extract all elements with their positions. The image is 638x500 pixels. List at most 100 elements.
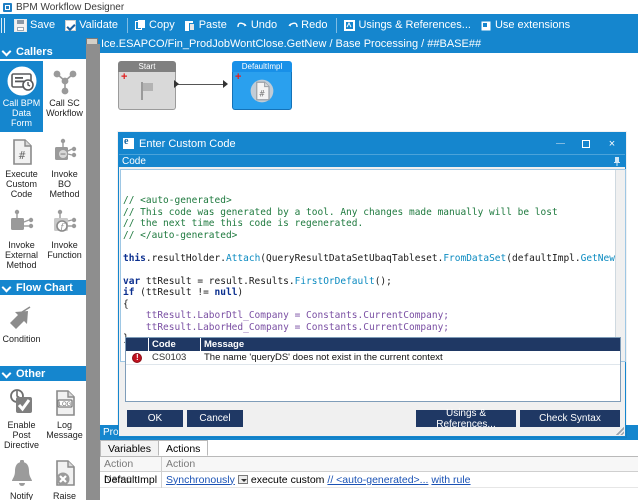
palette-scrollbar[interactable] xyxy=(86,44,100,500)
dialog-titlebar[interactable]: Enter Custom Code × xyxy=(119,133,625,154)
palette-item-execute-custom-code[interactable]: # Execute Custom Code xyxy=(0,132,43,203)
dialog-title: Enter Custom Code xyxy=(139,137,236,150)
palette-group-callers[interactable]: Callers xyxy=(0,44,86,59)
undo-button-label: Undo xyxy=(250,19,278,31)
palette-item-label: Log Message xyxy=(46,420,83,440)
dialog-resize-handle[interactable] xyxy=(615,426,624,435)
palette-item-label: Call SC Workflow xyxy=(46,98,83,118)
toolbox-palette: Callers Call BPM Data Form Call SC Workf… xyxy=(0,44,86,500)
save-button[interactable]: Save xyxy=(10,17,61,34)
code-editor-scrollbar[interactable] xyxy=(615,170,625,361)
code-token: // This code was generated by a tool. An… xyxy=(123,206,558,218)
close-button[interactable]: × xyxy=(599,133,625,154)
toolbar-separator xyxy=(127,17,129,33)
palette-group-flow-chart-label: Flow Chart xyxy=(16,281,73,294)
palette-item-label: Condition xyxy=(2,334,41,344)
workflow-node-defaultimpl-title: DefaultImpl xyxy=(232,61,292,72)
palette-group-flow-chart[interactable]: Flow Chart xyxy=(0,280,86,295)
expand-plus-icon[interactable]: + xyxy=(235,72,241,83)
pin-icon[interactable] xyxy=(613,157,621,166)
code-token: GetNew xyxy=(580,252,615,264)
palette-group-other[interactable]: Other xyxy=(0,366,86,381)
palette-item-invoke-bo-method[interactable]: Invoke BO Method xyxy=(43,132,86,203)
window-titlebar: BPM Workflow Designer xyxy=(0,0,638,14)
expand-plus-icon[interactable]: + xyxy=(121,72,127,83)
chevron-down-icon xyxy=(3,283,12,292)
dialog-code-section-header: Code xyxy=(119,154,625,167)
palette-item-call-bpm-data-form[interactable]: Call BPM Data Form xyxy=(0,61,43,132)
redo-button[interactable]: Redo xyxy=(283,17,333,33)
workflow-node-defaultimpl-body: + # xyxy=(232,72,292,110)
undo-button[interactable]: Undo xyxy=(233,17,283,33)
palette-scrollbar-thumb[interactable] xyxy=(86,44,100,500)
invoke-function-icon: f xyxy=(44,206,85,240)
usings-references-dialog-button[interactable]: Usings & References... xyxy=(416,408,516,430)
cancel-button[interactable]: Cancel xyxy=(187,410,243,427)
with-rule-link[interactable]: with rule xyxy=(431,474,470,486)
palette-item-label: Invoke Function xyxy=(47,240,82,260)
palette-item-notify-collaborate[interactable]: Notify Collaborate xyxy=(0,454,43,500)
save-button-label: Save xyxy=(30,19,56,31)
code-token: ) xyxy=(237,287,244,298)
invoke-bo-icon xyxy=(44,135,85,169)
custom-code-icon: # xyxy=(250,79,274,102)
copy-button[interactable]: Copy xyxy=(131,17,181,33)
palette-item-enable-post-directive[interactable]: Enable Post Directive xyxy=(0,383,43,454)
toolbar-grip[interactable] xyxy=(1,17,8,33)
code-token: (defaultImpl. xyxy=(506,252,581,264)
validate-button[interactable]: Validate xyxy=(61,17,124,33)
code-editor[interactable]: // <auto-generated>// This code was gene… xyxy=(120,169,626,362)
undo-arrow-icon xyxy=(237,20,248,31)
palette-group-flow-chart-items: Condition xyxy=(0,295,86,348)
post-directive-icon xyxy=(1,386,42,420)
code-editor-content: // <auto-generated>// This code was gene… xyxy=(123,195,625,345)
palette-item-log-message[interactable]: LOG Log Message xyxy=(43,383,86,454)
redo-arrow-icon xyxy=(287,20,298,31)
palette-item-label: Enable Post Directive xyxy=(3,420,39,450)
ok-button[interactable]: OK xyxy=(127,410,183,427)
app-icon xyxy=(3,2,12,12)
svg-text:#: # xyxy=(18,149,25,162)
minimize-button[interactable] xyxy=(547,133,573,154)
table-row[interactable]: DefaultImpl Synchronously execute custom… xyxy=(100,471,638,488)
palette-item-raise-exception[interactable]: Raise Exception xyxy=(43,454,86,500)
copy-button-label: Copy xyxy=(149,19,175,31)
code-token: .resultHolder. xyxy=(145,252,226,264)
code-token: ttResult = result.Results. xyxy=(140,275,295,287)
palette-item-invoke-function[interactable]: f Invoke Function xyxy=(43,203,86,274)
close-icon: × xyxy=(608,137,616,150)
palette-item-condition[interactable]: Condition xyxy=(0,297,43,348)
column-header-action-name: Action Name xyxy=(100,457,162,485)
tab-variables[interactable]: Variables xyxy=(100,440,159,456)
code-token: FirstOrDefault xyxy=(294,275,375,287)
maximize-button[interactable] xyxy=(573,133,599,154)
workflow-node-start[interactable]: Start + xyxy=(118,61,176,110)
tab-actions[interactable]: Actions xyxy=(158,440,209,456)
usings-references-button[interactable]: Usings & References... xyxy=(340,17,477,33)
checkbox-icon xyxy=(65,19,77,31)
check-syntax-button[interactable]: Check Syntax xyxy=(520,410,620,427)
code-line: ttResult.LaborHed_Company = Constants.Cu… xyxy=(123,322,625,334)
dialog-button-bar: OK Cancel Usings & References... Check S… xyxy=(119,403,625,436)
use-extensions-button[interactable]: Use extensions xyxy=(477,17,576,33)
code-line: // This code was generated by a tool. An… xyxy=(123,207,625,219)
palette-group-other-label: Other xyxy=(16,367,46,380)
error-list-row[interactable]: CS0103 The name 'queryDS' does not exist… xyxy=(126,351,620,365)
actions-grid: Action Name Action DefaultImpl Synchrono… xyxy=(100,457,638,500)
error-list-header: Code Message xyxy=(126,338,620,351)
svg-text:#: # xyxy=(259,89,265,99)
workflow-node-defaultimpl[interactable]: DefaultImpl + # xyxy=(232,61,292,110)
paste-button[interactable]: Paste xyxy=(181,17,233,33)
validate-button-label: Validate xyxy=(79,19,119,31)
use-extensions-label: Use extensions xyxy=(494,19,571,31)
custom-code-link[interactable]: // <auto-generated>... xyxy=(327,474,428,486)
code-line: // the next time this code is regenerate… xyxy=(123,218,625,230)
sync-mode-link[interactable]: Synchronously xyxy=(166,474,235,486)
chevron-down-icon[interactable] xyxy=(237,475,248,484)
palette-item-label: Call BPM Data Form xyxy=(2,98,41,128)
workflow-connector-arrow-end xyxy=(223,80,228,88)
palette-item-call-sc-workflow[interactable]: Call SC Workflow xyxy=(43,61,86,132)
palette-item-invoke-external-method[interactable]: Invoke External Method xyxy=(0,203,43,274)
workflow-node-start-body: + xyxy=(118,72,176,110)
